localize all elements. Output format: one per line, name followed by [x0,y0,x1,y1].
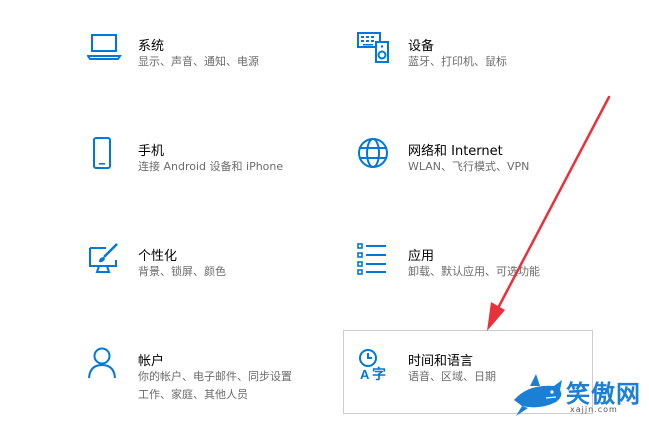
watermark-subtext: xajjn.com [570,405,618,414]
shark-logo-icon [514,374,562,416]
red-arrow-icon [487,95,611,331]
watermark-text: 笑傲网 [566,380,641,408]
watermark: 笑傲网 xajjn.com [510,370,649,421]
